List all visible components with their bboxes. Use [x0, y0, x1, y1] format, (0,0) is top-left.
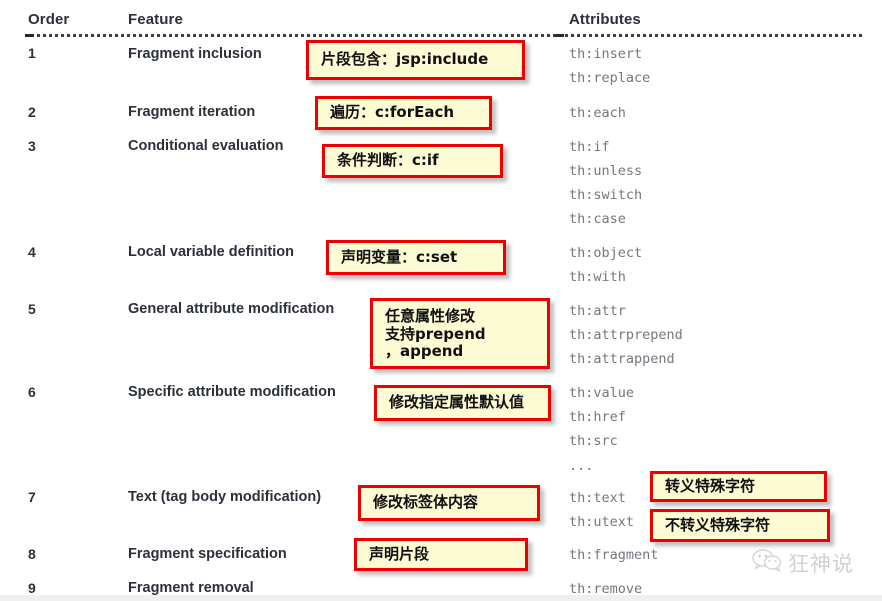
table-row-attribute: th:utext	[569, 514, 635, 530]
table-row-feature: Fragment inclusion	[128, 46, 262, 62]
bottom-band	[0, 595, 882, 601]
table-row-attribute: th:attrprepend	[569, 327, 683, 343]
column-header-attributes: Attributes	[569, 11, 641, 28]
annotation-general-attribute: 任意属性修改 支持prepend ，append	[370, 298, 550, 369]
table-row-order: 2	[28, 104, 36, 120]
table-row-attribute: th:insert	[569, 46, 643, 62]
header-divider	[25, 34, 864, 37]
table-row-attribute: th:object	[569, 245, 643, 261]
table-row-attribute: th:attrappend	[569, 351, 675, 367]
table-row-feature: Conditional evaluation	[128, 138, 284, 154]
table-row-attribute: th:src	[569, 433, 618, 449]
table-row-order: 7	[28, 489, 36, 505]
annotation-fragment-iteration: 遍历：c:forEach	[315, 96, 492, 130]
table-row-feature: Specific attribute modification	[128, 384, 336, 400]
table-row-attribute: th:case	[569, 211, 626, 227]
table-row-order: 1	[28, 45, 36, 61]
table-row-attribute: th:switch	[569, 187, 643, 203]
table-row-feature: Fragment iteration	[128, 104, 256, 120]
table-row-feature: Fragment specification	[128, 546, 287, 562]
annotation-specific-attribute: 修改指定属性默认值	[374, 385, 551, 421]
table-row-order: 6	[28, 384, 36, 400]
thymeleaf-attribute-table: Order Feature Attributes 1 Fragment incl…	[0, 0, 882, 601]
table-row-feature: Fragment removal	[128, 580, 254, 596]
table-row-feature: Local variable definition	[128, 244, 294, 260]
table-row-attribute: th:fragment	[569, 547, 659, 563]
column-header-feature: Feature	[128, 11, 183, 28]
table-row-attribute: th:replace	[569, 70, 651, 86]
table-row-attribute: th:attr	[569, 303, 626, 319]
table-row-order: 4	[28, 244, 36, 260]
annotation-local-variable: 声明变量：c:set	[326, 240, 506, 275]
table-row-order: 8	[28, 546, 36, 562]
annotation-text-body: 修改标签体内容	[358, 485, 540, 521]
table-row-attribute-ellipsis: ...	[569, 458, 594, 474]
table-row-feature: General attribute modification	[128, 301, 335, 317]
column-header-order: Order	[28, 11, 70, 28]
table-row-order: 5	[28, 301, 36, 317]
watermark-text: 狂神说	[788, 552, 854, 576]
annotation-fragment-specification: 声明片段	[354, 538, 528, 571]
table-row-feature: Text (tag body modification)	[128, 489, 322, 505]
wechat-icon	[752, 549, 782, 577]
table-row-attribute: th:value	[569, 385, 635, 401]
annotation-conditional-evaluation: 条件判断：c:if	[322, 144, 503, 178]
watermark: 狂神说	[752, 548, 854, 578]
table-row-attribute: th:text	[569, 490, 626, 506]
table-row-attribute: th:with	[569, 269, 626, 285]
annotation-no-escape-special: 不转义特殊字符	[650, 509, 830, 542]
table-row-order: 9	[28, 580, 36, 596]
annotation-escape-special: 转义特殊字符	[650, 471, 827, 502]
table-row-attribute: th:each	[569, 105, 626, 121]
table-row-attribute: th:unless	[569, 163, 643, 179]
table-row-attribute: th:if	[569, 139, 610, 155]
table-row-attribute: th:href	[569, 409, 626, 425]
table-row-order: 3	[28, 138, 36, 154]
annotation-fragment-inclusion: 片段包含：jsp:include	[306, 40, 525, 80]
